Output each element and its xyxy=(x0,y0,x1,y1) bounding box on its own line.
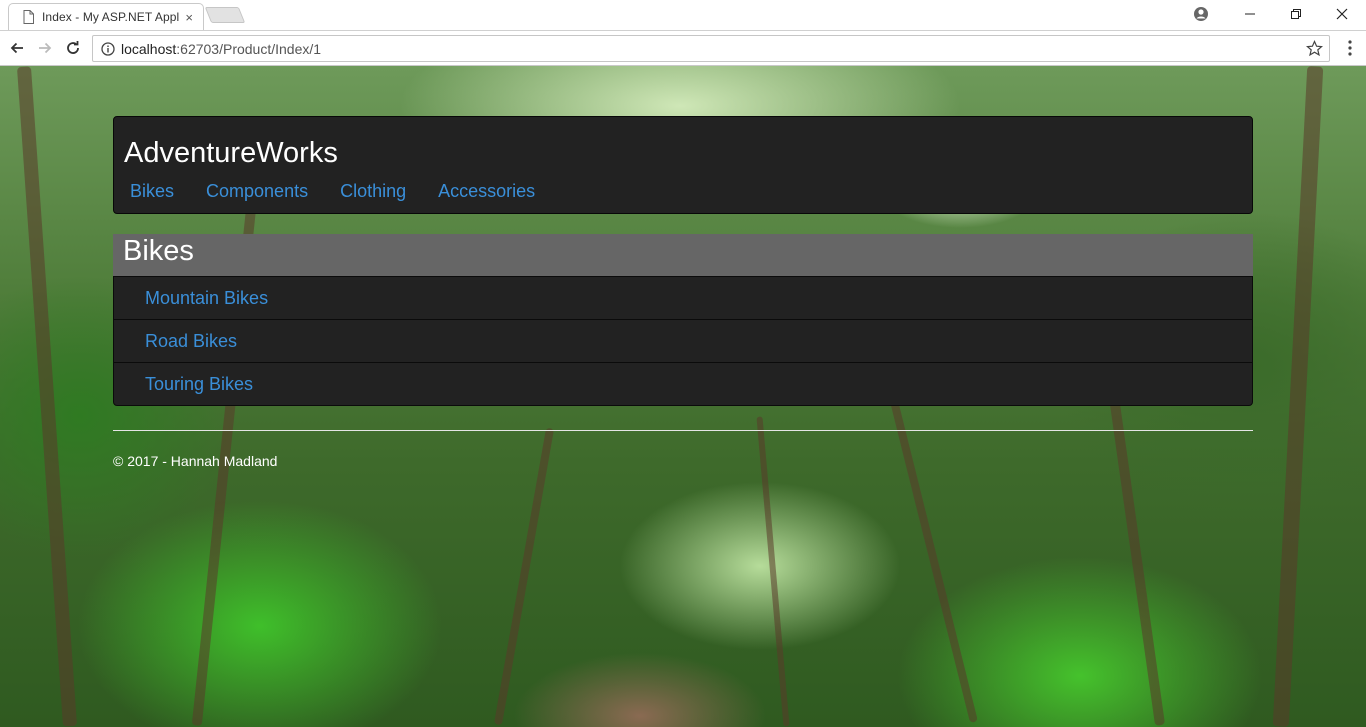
bookmark-star-icon[interactable] xyxy=(1306,40,1323,57)
page-viewport: AdventureWorks Bikes Components Clothing… xyxy=(0,66,1366,727)
back-arrow-icon xyxy=(10,42,23,54)
list-item[interactable]: Touring Bikes xyxy=(113,362,1253,406)
forward-arrow-icon xyxy=(39,42,52,54)
close-window-button[interactable] xyxy=(1319,0,1365,28)
nav-link-components[interactable]: Components xyxy=(206,181,308,202)
subcategory-link-mountain-bikes[interactable]: Mountain Bikes xyxy=(145,288,268,309)
new-tab-button[interactable] xyxy=(204,7,246,23)
nav-link-clothing[interactable]: Clothing xyxy=(340,181,406,202)
restore-button[interactable] xyxy=(1273,0,1319,28)
address-url[interactable]: localhost:62703/Product/Index/1 xyxy=(121,41,321,57)
category-panel: Bikes Mountain Bikes Road Bikes Touring … xyxy=(113,234,1253,406)
forward-button[interactable] xyxy=(34,37,56,59)
site-navbar: AdventureWorks Bikes Components Clothing… xyxy=(113,116,1253,214)
site-nav: Bikes Components Clothing Accessories xyxy=(130,181,567,202)
footer-copyright: © 2017 - Hannah Madland xyxy=(113,453,278,469)
nav-link-bikes[interactable]: Bikes xyxy=(130,181,174,202)
site-brand[interactable]: AdventureWorks xyxy=(124,137,338,170)
browser-toolbar: localhost:62703/Product/Index/1 xyxy=(0,30,1366,66)
browser-tab[interactable]: Index - My ASP.NET Application × xyxy=(8,3,204,30)
footer-divider xyxy=(113,430,1253,431)
url-host: localhost xyxy=(121,40,177,57)
minimize-icon xyxy=(1245,13,1255,15)
list-item[interactable]: Road Bikes xyxy=(113,319,1253,363)
list-item[interactable]: Mountain Bikes xyxy=(113,276,1253,320)
tab-title: Index - My ASP.NET Application xyxy=(42,10,180,24)
reload-button[interactable] xyxy=(62,37,84,59)
subcategory-link-road-bikes[interactable]: Road Bikes xyxy=(145,331,237,352)
menu-dots-icon[interactable] xyxy=(1348,40,1352,56)
url-path: :62703/Product/Index/1 xyxy=(176,40,322,57)
nav-link-accessories[interactable]: Accessories xyxy=(438,181,535,202)
profile-button[interactable] xyxy=(1178,0,1224,28)
profile-icon xyxy=(1194,7,1208,21)
info-icon[interactable] xyxy=(101,41,115,56)
reload-icon xyxy=(67,41,79,54)
browser-tabstrip: Index - My ASP.NET Application × xyxy=(0,0,1366,30)
address-bar[interactable]: localhost:62703/Product/Index/1 xyxy=(92,35,1330,62)
restore-icon xyxy=(1291,9,1301,19)
subcategory-link-touring-bikes[interactable]: Touring Bikes xyxy=(145,374,253,395)
close-icon xyxy=(1336,8,1348,20)
page-icon xyxy=(23,10,34,24)
category-heading: Bikes xyxy=(113,234,1253,277)
back-button[interactable] xyxy=(6,37,28,59)
minimize-button[interactable] xyxy=(1227,0,1273,28)
tab-close-icon[interactable]: × xyxy=(185,10,193,25)
